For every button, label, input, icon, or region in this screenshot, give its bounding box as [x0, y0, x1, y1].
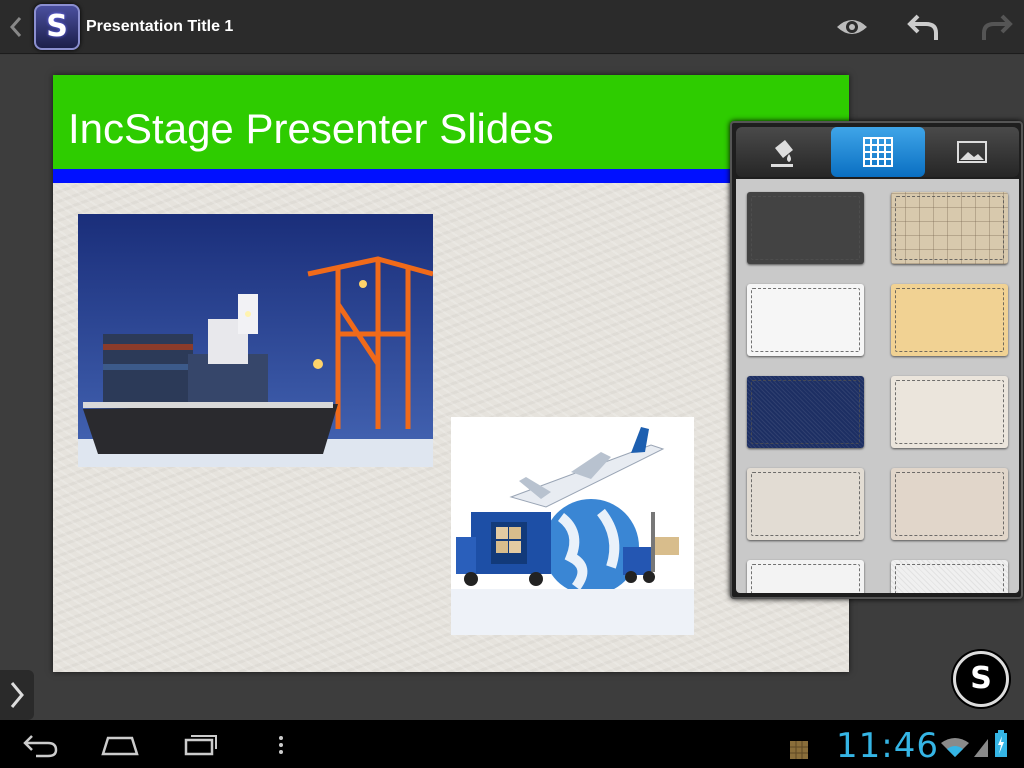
- redo-icon[interactable]: [978, 10, 1014, 44]
- drawer-handle[interactable]: [0, 670, 34, 720]
- tab-fill[interactable]: [736, 127, 830, 177]
- battery-charging-icon: [995, 730, 1007, 757]
- paint-bucket-icon: [771, 140, 793, 167]
- app-logo-icon[interactable]: S: [34, 4, 80, 50]
- action-bar: S Presentation Title 1: [0, 0, 1024, 54]
- swatch-cream-paper[interactable]: [891, 468, 1008, 540]
- back-caret-icon[interactable]: [6, 14, 26, 40]
- swatch-white-leather[interactable]: [747, 284, 864, 356]
- ship-image[interactable]: [78, 214, 433, 467]
- swatch-white-fabric[interactable]: [747, 560, 864, 593]
- cargo-logistics-image[interactable]: [451, 417, 694, 635]
- slide-title[interactable]: IncStage Presenter Slides: [68, 105, 554, 153]
- eye-icon[interactable]: [834, 10, 870, 44]
- panel-tab-bar: [736, 127, 1019, 177]
- tab-texture[interactable]: [831, 127, 925, 177]
- s-logo-icon: S: [970, 661, 992, 696]
- swatch-linen[interactable]: [891, 376, 1008, 448]
- tab-image[interactable]: [925, 127, 1019, 177]
- system-navigation-bar: 11:46: [0, 720, 1024, 768]
- picture-icon: [957, 141, 987, 163]
- recent-apps-icon[interactable]: [183, 730, 219, 758]
- background-picker-panel: [730, 121, 1023, 599]
- swatch-light-canvas[interactable]: [747, 468, 864, 540]
- undo-icon[interactable]: [906, 10, 942, 44]
- swatch-denim[interactable]: [747, 376, 864, 448]
- overflow-menu-icon[interactable]: [276, 730, 286, 758]
- chevron-right-icon: [10, 682, 24, 708]
- texture-swatch-grid: [736, 179, 1019, 593]
- home-icon[interactable]: [100, 730, 140, 758]
- status-clock: 11:46: [836, 726, 939, 766]
- swatch-tan-paper[interactable]: [891, 284, 1008, 356]
- swatch-dark-leather[interactable]: [747, 192, 864, 264]
- notification-app-icon[interactable]: [790, 736, 808, 764]
- swatch-beige-tile[interactable]: [891, 192, 1008, 264]
- back-icon[interactable]: [22, 730, 60, 758]
- wifi-icon: [941, 738, 969, 757]
- grid-icon: [863, 137, 893, 167]
- swatch-white-mesh[interactable]: [891, 560, 1008, 593]
- presentation-title[interactable]: Presentation Title 1: [86, 18, 233, 36]
- signal-icon: [974, 739, 988, 757]
- incstage-menu-button[interactable]: S: [953, 651, 1009, 707]
